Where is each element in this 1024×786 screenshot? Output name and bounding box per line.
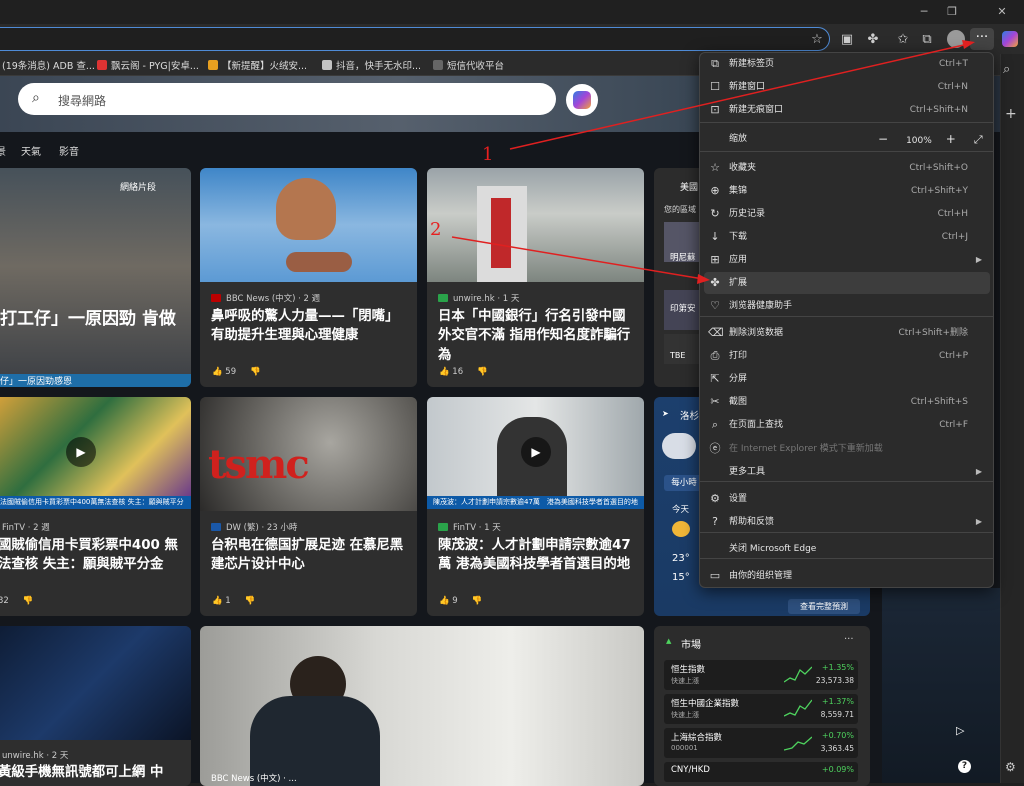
annotation-arrowhead	[697, 274, 710, 284]
annotation-arrowhead	[962, 40, 975, 49]
annotation-overlay	[451, 40, 975, 284]
annotation-arrow	[509, 43, 969, 150]
annotation-arrow	[451, 236, 704, 280]
annotation-label: 2	[430, 219, 442, 240]
annotation-label: 1	[482, 144, 494, 165]
